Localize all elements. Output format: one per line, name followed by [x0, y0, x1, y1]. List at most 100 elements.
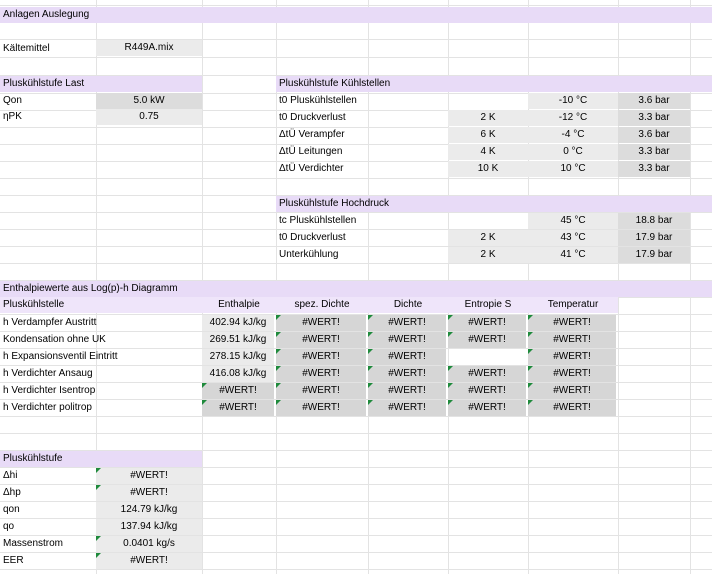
- cooling-row-pressure-cell[interactable]: 3.3 bar: [618, 161, 690, 177]
- error-indicator-icon: [368, 366, 373, 371]
- enthalpy-column-header: spez. Dichte: [276, 297, 368, 313]
- cooling-row-pressure-cell[interactable]: 3.6 bar: [618, 93, 690, 109]
- cooling-row-pressure-cell[interactable]: 3.3 bar: [618, 144, 690, 160]
- summary-row-label: Massenstrom: [3, 538, 64, 549]
- grid-row-line: [0, 416, 712, 417]
- summary-row-value-cell[interactable]: #WERT!: [96, 553, 202, 569]
- summary-section-title: Pluskühlstufe: [0, 451, 202, 467]
- summary-row-label: Δhi: [3, 470, 18, 481]
- enthalpy-value-cell[interactable]: #WERT!: [276, 383, 366, 399]
- cooling-row-delta-cell[interactable]: 4 K: [448, 144, 528, 160]
- error-indicator-icon: [528, 400, 533, 405]
- error-indicator-icon: [368, 315, 373, 320]
- highpressure-row-temp-cell[interactable]: 41 °C: [528, 247, 618, 263]
- error-indicator-icon: [276, 400, 281, 405]
- highpressure-row-temp-cell[interactable]: 45 °C: [528, 213, 618, 229]
- enthalpy-value-cell[interactable]: #WERT!: [528, 332, 616, 348]
- summary-row-value-cell[interactable]: 137.94 kJ/kg: [96, 519, 202, 535]
- enthalpy-value-cell[interactable]: #WERT!: [276, 315, 366, 331]
- highpressure-row-label: tc Pluskühlstellen: [279, 215, 357, 226]
- error-indicator-icon: [448, 315, 453, 320]
- cooling-row-temp-cell[interactable]: -10 °C: [528, 93, 618, 109]
- error-indicator-icon: [448, 366, 453, 371]
- enthalpy-value-cell[interactable]: #WERT!: [276, 349, 366, 365]
- highpressure-row-temp-cell[interactable]: 43 °C: [528, 230, 618, 246]
- cooling-row-temp-cell[interactable]: 10 °C: [528, 161, 618, 177]
- enthalpy-section-title: Enthalpiewerte aus Log(p)-h Diagramm: [0, 281, 712, 297]
- error-indicator-icon: [448, 332, 453, 337]
- error-indicator-icon: [368, 332, 373, 337]
- highpressure-row-pressure-cell[interactable]: 18.8 bar: [618, 213, 690, 229]
- grid-row-line: [0, 263, 712, 264]
- enthalpy-value-cell[interactable]: #WERT!: [528, 383, 616, 399]
- summary-row-value-cell[interactable]: #WERT!: [96, 468, 202, 484]
- enthalpy-column-header: Entropie S: [448, 297, 528, 313]
- enthalpy-value-cell[interactable]: #WERT!: [202, 383, 274, 399]
- load-row-label: ηPK: [3, 111, 22, 122]
- spreadsheet[interactable]: Anlagen Auslegung Kältemittel R449A.mix Plu…: [0, 0, 712, 574]
- cooling-row-pressure-cell[interactable]: 3.6 bar: [618, 127, 690, 143]
- highpressure-row-delta-cell[interactable]: 2 K: [448, 247, 528, 263]
- summary-row-value-cell[interactable]: 124.79 kJ/kg: [96, 502, 202, 518]
- enthalpy-value-cell[interactable]: #WERT!: [368, 366, 446, 382]
- error-indicator-icon: [276, 315, 281, 320]
- summary-row-value-cell[interactable]: #WERT!: [96, 485, 202, 501]
- enthalpy-value-cell[interactable]: #WERT!: [276, 366, 366, 382]
- summary-row-label: qo: [3, 521, 15, 532]
- cooling-row-temp-cell[interactable]: -4 °C: [528, 127, 618, 143]
- enthalpy-value-cell[interactable]: 402.94 kJ/kg: [202, 315, 274, 331]
- enthalpy-value-cell[interactable]: #WERT!: [448, 366, 526, 382]
- enthalpy-value-cell[interactable]: #WERT!: [368, 383, 446, 399]
- cooling-row-label: ΔtÜ Verampfer: [279, 129, 345, 140]
- enthalpy-row-label: h Verdampfer Austritt: [3, 317, 97, 328]
- cooling-row-delta-cell[interactable]: 10 K: [448, 161, 528, 177]
- sheet-title: Anlagen Auslegung: [0, 7, 712, 23]
- error-indicator-icon: [368, 349, 373, 354]
- cooling-row-pressure-cell[interactable]: 3.3 bar: [618, 110, 690, 126]
- cooling-row-temp-cell[interactable]: 0 °C: [528, 144, 618, 160]
- cooling-row-delta-cell[interactable]: 2 K: [448, 110, 528, 126]
- highpressure-row-pressure-cell[interactable]: 17.9 bar: [618, 247, 690, 263]
- cooling-row-label: t0 Druckverlust: [279, 112, 346, 123]
- cooling-section-title: Pluskühlstufe Kühlstellen: [276, 76, 712, 92]
- enthalpy-value-cell[interactable]: #WERT!: [276, 332, 366, 348]
- enthalpy-value-cell[interactable]: #WERT!: [448, 315, 526, 331]
- enthalpy-value-cell[interactable]: [448, 349, 526, 365]
- highpressure-row-delta-cell[interactable]: 2 K: [448, 230, 528, 246]
- enthalpy-value-cell[interactable]: #WERT!: [368, 315, 446, 331]
- enthalpy-row-label: h Verdichter Ansaug: [3, 368, 93, 379]
- enthalpy-row-label: h Expansionsventil Eintritt: [3, 351, 118, 362]
- enthalpy-row-label: h Verdichter politrop: [3, 402, 92, 413]
- error-indicator-icon: [368, 383, 373, 388]
- cooling-row-label: ΔtÜ Leitungen: [279, 146, 343, 157]
- enthalpy-value-cell[interactable]: #WERT!: [368, 332, 446, 348]
- enthalpy-value-cell[interactable]: #WERT!: [276, 400, 366, 416]
- enthalpy-value-cell[interactable]: #WERT!: [368, 400, 446, 416]
- enthalpy-row-label: h Verdichter Isentrop: [3, 385, 96, 396]
- error-indicator-icon: [96, 485, 101, 490]
- enthalpy-value-cell[interactable]: #WERT!: [528, 400, 616, 416]
- enthalpy-value-cell[interactable]: #WERT!: [368, 349, 446, 365]
- load-row-value-cell[interactable]: 5.0 kW: [96, 93, 202, 109]
- summary-row-label: Δhp: [3, 487, 21, 498]
- enthalpy-value-cell[interactable]: #WERT!: [448, 383, 526, 399]
- enthalpy-value-cell[interactable]: #WERT!: [202, 400, 274, 416]
- highpressure-row-delta-cell[interactable]: [448, 213, 528, 229]
- refrigerant-value-cell[interactable]: R449A.mix: [96, 40, 202, 56]
- enthalpy-value-cell[interactable]: 269.51 kJ/kg: [202, 332, 274, 348]
- load-row-value-cell[interactable]: 0.75: [96, 109, 202, 125]
- cooling-row-temp-cell[interactable]: -12 °C: [528, 110, 618, 126]
- enthalpy-value-cell[interactable]: #WERT!: [528, 366, 616, 382]
- cooling-row-delta-cell[interactable]: [448, 93, 528, 109]
- error-indicator-icon: [96, 468, 101, 473]
- cooling-row-delta-cell[interactable]: 6 K: [448, 127, 528, 143]
- summary-row-value-cell[interactable]: 0.0401 kg/s: [96, 536, 202, 552]
- highpressure-row-pressure-cell[interactable]: 17.9 bar: [618, 230, 690, 246]
- enthalpy-value-cell[interactable]: #WERT!: [448, 332, 526, 348]
- error-indicator-icon: [202, 383, 207, 388]
- enthalpy-value-cell[interactable]: #WERT!: [528, 349, 616, 365]
- enthalpy-value-cell[interactable]: 278.15 kJ/kg: [202, 349, 274, 365]
- enthalpy-value-cell[interactable]: 416.08 kJ/kg: [202, 366, 274, 382]
- enthalpy-value-cell[interactable]: #WERT!: [448, 400, 526, 416]
- enthalpy-value-cell[interactable]: #WERT!: [528, 315, 616, 331]
